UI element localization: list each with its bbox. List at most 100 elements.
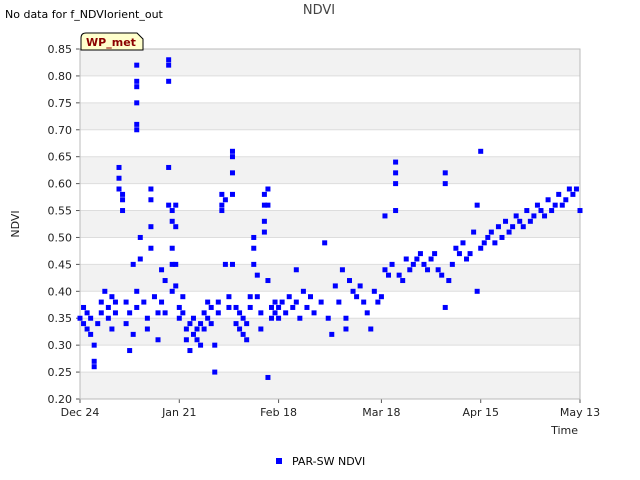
data-point	[495, 224, 501, 230]
data-point	[453, 245, 459, 251]
data-point	[268, 304, 274, 310]
data-point	[180, 294, 186, 300]
data-point	[148, 224, 154, 230]
data-point	[556, 191, 562, 197]
data-point	[148, 245, 154, 251]
data-point	[283, 310, 289, 316]
data-point	[386, 272, 392, 278]
y-tick-label: 0.45	[48, 258, 73, 271]
y-tick-label: 0.20	[48, 393, 73, 406]
data-point	[378, 294, 384, 300]
data-point	[155, 337, 161, 343]
data-point	[190, 315, 196, 321]
data-point	[208, 304, 214, 310]
y-tick-label: 0.80	[48, 70, 73, 83]
x-tick-label: Jan 21	[161, 406, 196, 419]
data-point	[478, 148, 484, 154]
data-point	[105, 304, 111, 310]
data-point	[84, 310, 90, 316]
data-point	[198, 321, 204, 327]
data-point	[176, 315, 182, 321]
data-point	[446, 278, 452, 284]
data-point	[229, 154, 235, 160]
data-point	[173, 283, 179, 289]
data-point	[272, 299, 278, 305]
data-point	[127, 348, 133, 354]
data-point	[524, 208, 530, 214]
data-point	[183, 337, 189, 343]
data-point	[254, 294, 260, 300]
data-point	[127, 310, 133, 316]
data-point	[251, 234, 257, 240]
data-point	[198, 342, 204, 348]
data-point	[159, 299, 165, 305]
data-point	[492, 240, 498, 246]
data-point	[258, 310, 264, 316]
data-point	[368, 326, 374, 332]
station-badge-label: WP_met	[86, 36, 136, 49]
y-tick-label: 0.50	[48, 231, 73, 244]
data-point	[272, 310, 278, 316]
data-point	[84, 326, 90, 332]
data-point	[134, 121, 140, 127]
data-point	[421, 261, 427, 267]
data-point	[123, 321, 129, 327]
data-point	[318, 299, 324, 305]
data-point	[112, 310, 118, 316]
data-point	[226, 304, 232, 310]
data-point	[148, 197, 154, 203]
data-point	[265, 186, 271, 192]
data-point	[410, 261, 416, 267]
data-point	[286, 294, 292, 300]
data-point	[137, 256, 143, 262]
legend[interactable]: PAR-SW NDVI	[276, 455, 365, 468]
data-point	[229, 148, 235, 154]
y-axis-title: NDVI	[9, 210, 22, 237]
data-point	[91, 342, 97, 348]
data-point	[244, 321, 250, 327]
data-point	[229, 191, 235, 197]
data-point	[417, 251, 423, 257]
data-point	[393, 208, 399, 214]
data-point	[531, 213, 537, 219]
y-tick-label: 0.30	[48, 339, 73, 352]
station-badge[interactable]: WP_met	[80, 32, 144, 51]
data-point	[474, 288, 480, 294]
data-point	[201, 310, 207, 316]
data-point	[538, 208, 544, 214]
data-point	[339, 267, 345, 273]
data-point	[151, 294, 157, 300]
data-point	[566, 186, 572, 192]
data-point	[432, 251, 438, 257]
data-point	[247, 294, 253, 300]
background-band	[80, 156, 580, 184]
data-point	[276, 315, 282, 321]
data-point	[169, 288, 175, 294]
data-point	[265, 278, 271, 284]
data-point	[134, 100, 140, 106]
data-point	[371, 288, 377, 294]
data-point	[290, 304, 296, 310]
data-point	[81, 321, 87, 327]
data-point	[212, 369, 218, 375]
y-tick-label: 0.35	[48, 312, 73, 325]
data-point	[91, 358, 97, 364]
data-point	[442, 304, 448, 310]
data-point	[169, 208, 175, 214]
data-point	[393, 181, 399, 187]
data-point	[176, 304, 182, 310]
data-point	[485, 234, 491, 240]
data-point	[229, 261, 235, 267]
data-point	[425, 267, 431, 273]
y-tick-label: 0.65	[48, 151, 73, 164]
data-point	[478, 245, 484, 251]
data-point	[513, 213, 519, 219]
data-point	[219, 191, 225, 197]
data-point	[137, 234, 143, 240]
legend-label: PAR-SW NDVI	[292, 455, 365, 468]
y-tick-label: 0.75	[48, 97, 73, 110]
x-tick-label: Mar 18	[362, 406, 400, 419]
data-point	[194, 337, 200, 343]
data-point	[481, 240, 487, 246]
data-point	[148, 186, 154, 192]
